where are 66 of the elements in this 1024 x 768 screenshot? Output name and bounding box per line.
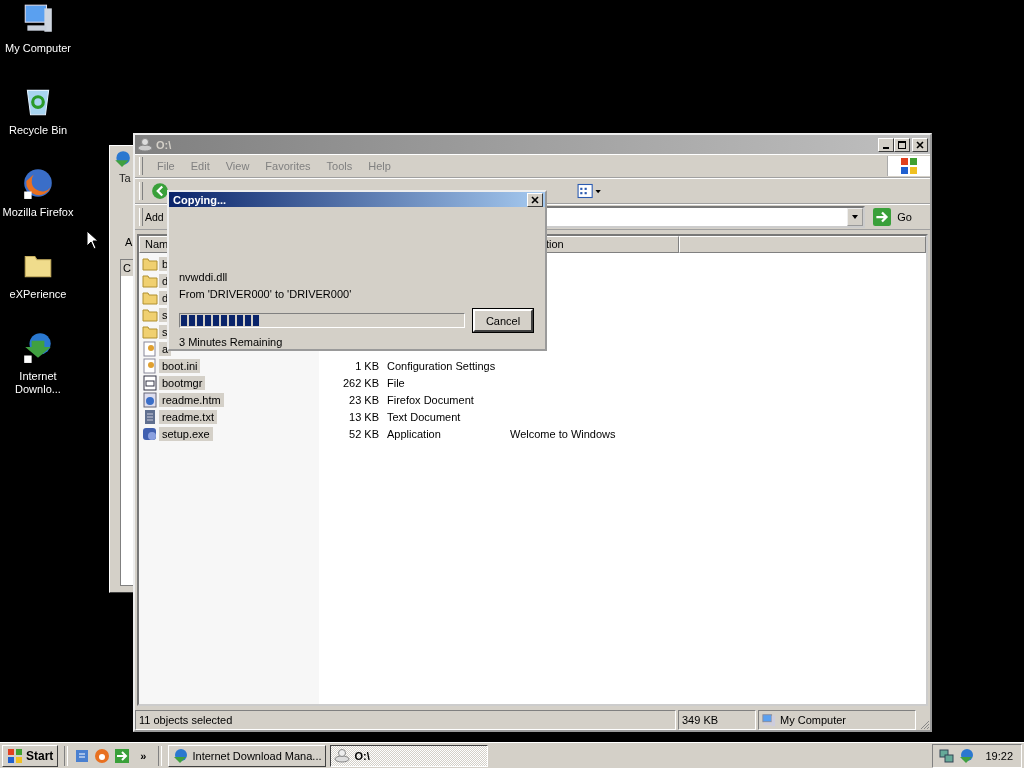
globe-icon bbox=[113, 150, 131, 168]
folder-icon bbox=[142, 323, 158, 340]
dialog-title: Copying... bbox=[172, 193, 228, 206]
notepad-icon[interactable] bbox=[74, 747, 91, 764]
status-size: 349 KB bbox=[678, 710, 756, 730]
firefox-icon[interactable] bbox=[21, 166, 55, 200]
desktop-icon-label[interactable]: Mozilla Firefox bbox=[0, 206, 76, 219]
file-type: Text Document bbox=[387, 410, 461, 423]
desktop-icon-label[interactable]: My Computer bbox=[0, 42, 76, 55]
address-label: Add bbox=[145, 211, 165, 223]
globe-icon bbox=[172, 747, 189, 764]
file-size: 13 KB bbox=[349, 410, 379, 423]
window-title: O:\ bbox=[156, 138, 173, 151]
file-size: 262 KB bbox=[342, 376, 379, 389]
file-name: nvwddi.dll bbox=[179, 271, 229, 284]
start-button[interactable]: Start bbox=[2, 744, 59, 767]
chevron-button[interactable]: » bbox=[134, 749, 153, 762]
cancel-button[interactable]: Cancel bbox=[473, 309, 533, 332]
minimize-icon bbox=[883, 146, 889, 149]
status-text: 11 objects selected bbox=[135, 710, 676, 730]
maximize-icon bbox=[898, 140, 906, 149]
arrow-icon bbox=[873, 208, 892, 226]
taskbar-button[interactable]: Internet Download Mana... bbox=[168, 744, 327, 767]
folder-icon bbox=[142, 255, 158, 272]
close-icon bbox=[531, 195, 539, 204]
desktop-icon-label[interactable]: Internet Downlo... bbox=[0, 370, 76, 396]
toolbar-label: A bbox=[125, 236, 133, 248]
windows-flag-icon bbox=[7, 747, 23, 764]
resize-grip-icon[interactable] bbox=[918, 718, 930, 730]
folder-icon bbox=[142, 306, 158, 323]
copy-source-text: From 'DRIVER000' to 'DRIVER000' bbox=[179, 288, 353, 301]
caret-icon bbox=[851, 213, 860, 221]
column-header[interactable] bbox=[679, 236, 926, 253]
views-icon[interactable] bbox=[577, 182, 603, 200]
settings-file-icon bbox=[142, 340, 158, 357]
file-type: Configuration Settings bbox=[387, 359, 496, 372]
close-button[interactable] bbox=[527, 192, 543, 207]
file-type: Firefox Document bbox=[387, 393, 474, 406]
desktop-icon-label[interactable]: Recycle Bin bbox=[0, 124, 76, 137]
settings-file-icon bbox=[142, 357, 158, 374]
cursor-icon bbox=[86, 230, 98, 250]
computer-icon bbox=[762, 713, 776, 727]
close-icon bbox=[916, 140, 924, 149]
file-comment: Welcome to Windows bbox=[510, 427, 616, 440]
file-icon bbox=[142, 374, 158, 391]
clock: 19:22 bbox=[985, 749, 1013, 762]
file-type: Application bbox=[387, 427, 441, 440]
go-button[interactable]: Go bbox=[869, 207, 930, 227]
arrow-icon[interactable] bbox=[114, 747, 131, 764]
web-document-icon bbox=[142, 391, 158, 408]
text-document-icon bbox=[142, 408, 158, 425]
file-type: File bbox=[387, 376, 405, 389]
file-size: 52 KB bbox=[349, 427, 379, 440]
taskbar-button[interactable]: O:\ bbox=[330, 744, 489, 767]
desktop-icon-label[interactable]: eXPerience bbox=[0, 288, 76, 301]
time-remaining: 3 Minutes Remaining bbox=[179, 336, 284, 349]
file-size: 23 KB bbox=[349, 393, 379, 406]
dropdown-button[interactable] bbox=[847, 208, 864, 226]
network-icon[interactable] bbox=[939, 747, 956, 764]
file-size: 1 KB bbox=[355, 359, 379, 372]
menu-item[interactable]: Ta bbox=[119, 172, 131, 184]
status-zone: My Computer bbox=[780, 714, 847, 726]
column-header[interactable]: C bbox=[121, 260, 133, 276]
back-icon[interactable] bbox=[151, 182, 169, 200]
folder-icon bbox=[142, 289, 158, 306]
folder-icon bbox=[142, 272, 158, 289]
